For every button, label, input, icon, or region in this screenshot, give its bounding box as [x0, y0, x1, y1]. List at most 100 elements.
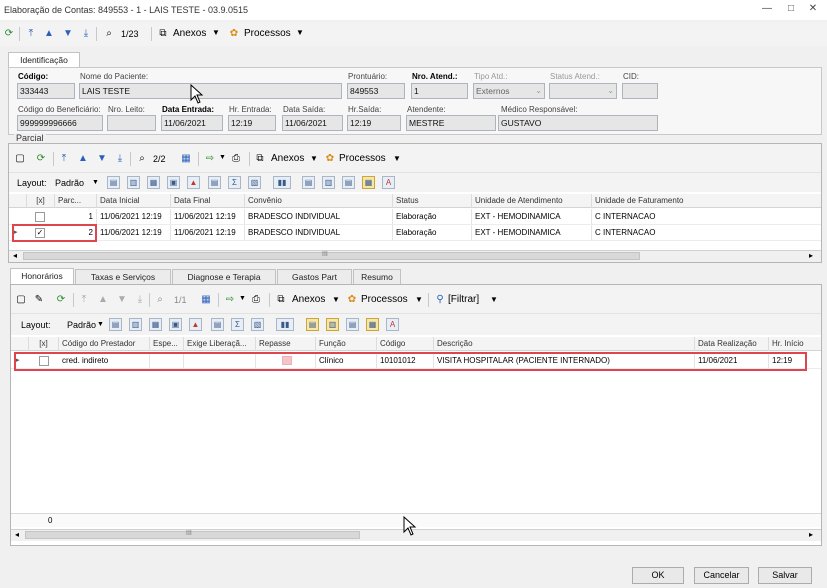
status-atend-select[interactable]: ⌄ — [549, 83, 617, 99]
row-checkbox[interactable] — [35, 212, 45, 222]
cod-beneficiario-field[interactable]: 999999996666 — [17, 115, 103, 131]
next-record-icon[interactable]: ▼ — [62, 27, 74, 41]
chevron-down-icon[interactable]: ▼ — [332, 295, 340, 304]
horizontal-scrollbar[interactable]: ◂ III ▸ — [9, 250, 821, 262]
nro-atend-field[interactable]: 1 — [411, 83, 468, 99]
binoculars-icon[interactable]: ⌕ — [135, 152, 149, 166]
chevron-down-icon[interactable]: ▼ — [415, 295, 423, 304]
previous-record-icon[interactable]: ▲ — [77, 152, 89, 166]
export-icon[interactable]: ⇨ — [204, 152, 216, 166]
col-header[interactable]: Unidade de Atendimento — [472, 194, 592, 208]
codigo-field[interactable]: 333443 — [17, 83, 75, 99]
last-record-icon[interactable]: ⤓ — [80, 27, 92, 41]
col-header[interactable]: Data Realização — [695, 337, 769, 351]
chevron-down-icon[interactable]: ▼ — [97, 321, 104, 328]
layout-option-icon[interactable]: ▧ — [248, 176, 261, 189]
nome-paciente-field[interactable]: LAIS TESTE — [79, 83, 342, 99]
col-header[interactable]: Descrição — [434, 337, 695, 351]
processos-menu[interactable]: Processos — [361, 294, 408, 305]
anexos-menu[interactable]: Anexos — [271, 153, 304, 164]
col-header[interactable]: Hr. Início — [769, 337, 821, 351]
minimize-icon[interactable]: — — [760, 3, 774, 15]
chevron-down-icon[interactable]: ▼ — [296, 28, 304, 37]
tab-resumo[interactable]: Resumo — [353, 269, 401, 284]
layout-save-icon[interactable]: ▣ — [169, 318, 182, 331]
previous-record-icon[interactable]: ▲ — [43, 27, 55, 41]
atendente-field[interactable]: MESTRE — [406, 115, 496, 131]
binoculars-icon[interactable]: ⌕ — [102, 27, 116, 41]
layout-option-icon[interactable]: ▤ — [302, 176, 315, 189]
layout-option-icon[interactable]: ▤ — [306, 318, 319, 331]
layout-option-icon[interactable]: ▦ — [149, 318, 162, 331]
tab-honorarios[interactable]: Honorários — [10, 268, 74, 284]
hr-saida-field[interactable]: 12:19 — [347, 115, 401, 131]
layout-option-icon[interactable]: ▥ — [326, 318, 339, 331]
col-header[interactable]: Parc... — [55, 194, 97, 208]
nro-leito-field[interactable] — [107, 115, 156, 131]
previous-record-icon[interactable]: ▲ — [97, 293, 109, 307]
col-header[interactable]: Código do Prestador — [59, 337, 150, 351]
layout-option-icon[interactable]: ▤ — [208, 176, 221, 189]
scroll-right-icon[interactable]: ▸ — [809, 530, 813, 539]
layout-option-icon[interactable]: ▤ — [342, 176, 355, 189]
data-saida-field[interactable]: 11/06/2021 — [282, 115, 343, 131]
chevron-down-icon[interactable]: ▼ — [310, 154, 318, 163]
refresh-icon[interactable]: ⟳ — [55, 293, 67, 307]
tab-gastos-part[interactable]: Gastos Part — [277, 269, 352, 284]
col-header[interactable]: Data Inicial — [97, 194, 171, 208]
chevron-down-icon[interactable]: ▼ — [490, 295, 498, 304]
calendar-icon[interactable]: ▦ — [179, 152, 193, 166]
first-record-icon[interactable]: ⤒ — [78, 293, 90, 307]
scroll-right-icon[interactable]: ▸ — [809, 251, 813, 260]
layout-option-icon[interactable]: ▤ — [211, 318, 224, 331]
layout-padrao-dropdown[interactable]: Padrão — [55, 178, 84, 188]
new-document-icon[interactable]: ▢ — [15, 293, 27, 307]
layout-option-icon[interactable]: ▤ — [109, 318, 122, 331]
layout-option-icon[interactable]: ▦ — [147, 176, 160, 189]
binoculars-icon[interactable]: ⌕ — [153, 293, 167, 307]
col-header[interactable]: [x] — [29, 337, 59, 351]
tab-identificacao[interactable]: Identificação — [8, 52, 80, 68]
layout-option-icon[interactable]: ▤ — [107, 176, 120, 189]
ok-button[interactable]: OK — [632, 567, 684, 584]
tipo-atd-select[interactable]: Externos ⌄ — [473, 83, 545, 99]
first-record-icon[interactable]: ⤒ — [58, 152, 70, 166]
next-record-icon[interactable]: ▼ — [96, 152, 108, 166]
cancel-button[interactable]: Cancelar — [694, 567, 749, 584]
layout-save-icon[interactable]: ▣ — [167, 176, 180, 189]
chart-icon[interactable]: ▮▮ — [276, 318, 294, 331]
col-header[interactable]: Função — [316, 337, 377, 351]
tab-taxas-servicos[interactable]: Taxas e Serviços — [75, 269, 171, 284]
col-header[interactable]: Espe... — [150, 337, 184, 351]
layout-option-icon[interactable]: ▤ — [346, 318, 359, 331]
anexos-menu[interactable]: Anexos — [173, 28, 206, 39]
tab-diagnose-terapia[interactable]: Diagnose e Terapia — [172, 269, 276, 284]
layout-delete-icon[interactable]: ▲ — [189, 318, 202, 331]
refresh-icon[interactable]: ⟳ — [3, 27, 15, 41]
filtrar-menu[interactable]: [Filtrar] — [448, 294, 479, 305]
col-header[interactable]: Repasse — [256, 337, 316, 351]
font-icon[interactable]: A — [386, 318, 399, 331]
refresh-icon[interactable]: ⟳ — [35, 152, 47, 166]
first-record-icon[interactable]: ⤒ — [25, 27, 37, 41]
scroll-left-icon[interactable]: ◂ — [13, 251, 17, 260]
save-button[interactable]: Salvar — [758, 567, 812, 584]
calendar-icon[interactable]: ▦ — [199, 293, 213, 307]
layout-padrao-dropdown[interactable]: Padrão — [67, 320, 96, 330]
export-icon[interactable]: ⇨ — [224, 293, 236, 307]
layout-option-icon[interactable]: ▥ — [322, 176, 335, 189]
medico-responsavel-field[interactable]: GUSTAVO — [498, 115, 658, 131]
print-icon[interactable]: ⎙ — [229, 152, 243, 166]
chevron-down-icon[interactable]: ▼ — [92, 179, 99, 186]
col-header[interactable]: Exige Liberaçã... — [184, 337, 256, 351]
edit-document-icon[interactable]: ✎ — [33, 293, 45, 307]
hr-entrada-field[interactable]: 12:19 — [228, 115, 276, 131]
table-row[interactable]: 1 11/06/2021 12:19 11/06/2021 12:19 BRAD… — [9, 209, 821, 225]
scroll-left-icon[interactable]: ◂ — [15, 530, 19, 539]
col-header[interactable]: Código — [377, 337, 434, 351]
layout-option-icon[interactable]: ▦ — [362, 176, 375, 189]
close-icon[interactable]: ✕ — [806, 3, 820, 15]
cid-field[interactable] — [622, 83, 658, 99]
data-entrada-field[interactable]: 11/06/2021 — [161, 115, 223, 131]
scroll-thumb[interactable]: III — [23, 251, 640, 260]
